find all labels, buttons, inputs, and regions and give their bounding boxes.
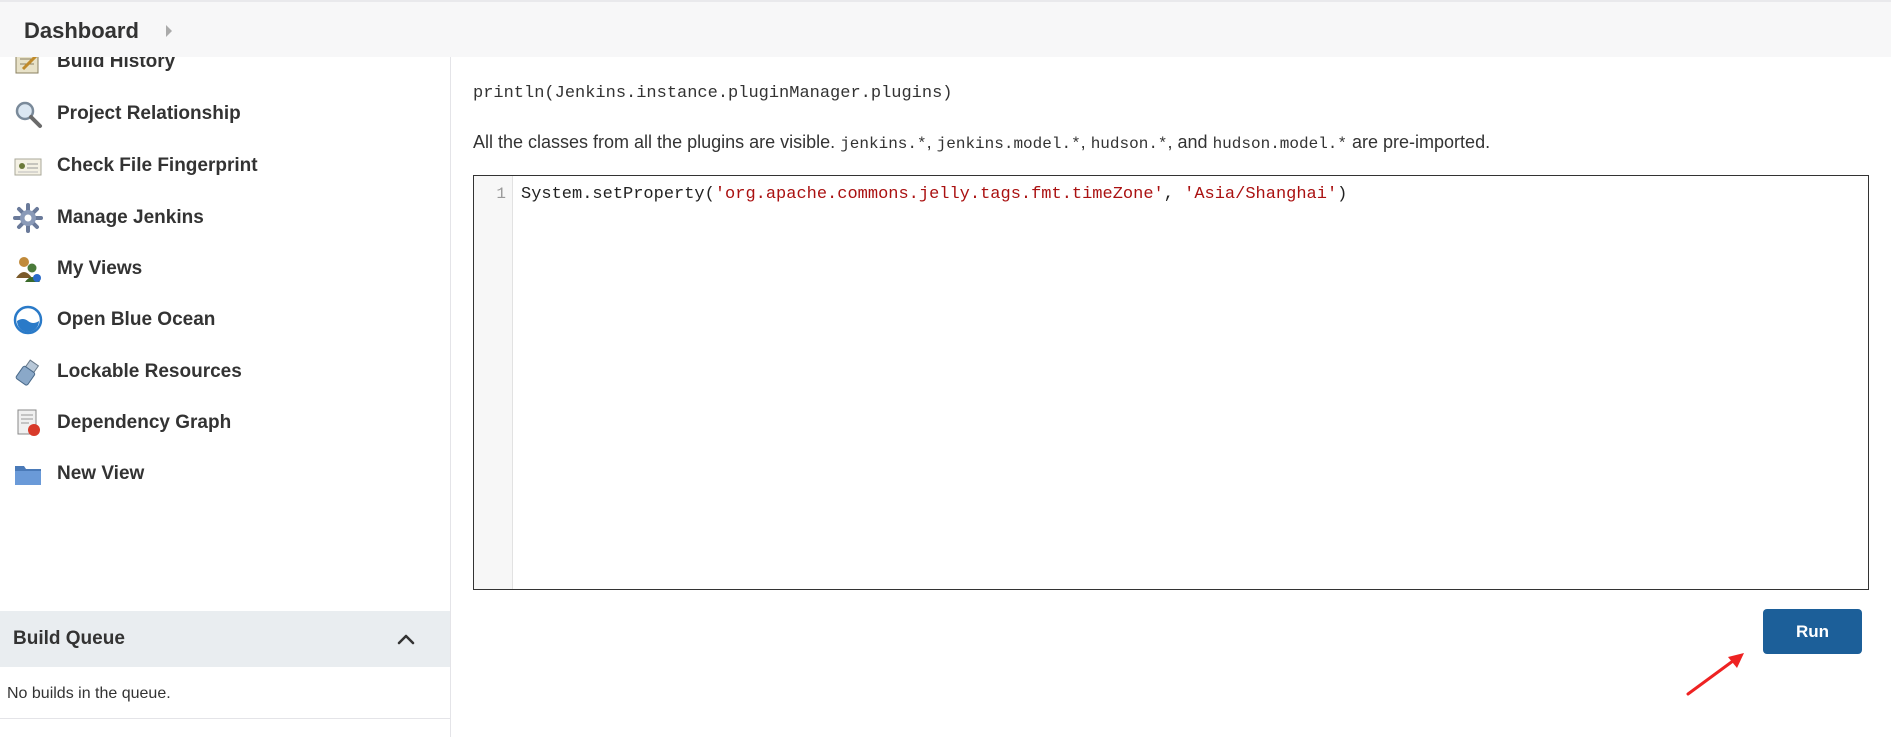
folder-icon xyxy=(15,466,41,485)
annotation-arrow-icon xyxy=(1686,653,1744,696)
usb-icon xyxy=(15,359,40,386)
sidebar-item-label: Open Blue Ocean xyxy=(57,309,216,330)
users-icon xyxy=(16,257,41,282)
sidebar-item-label: Manage Jenkins xyxy=(57,207,204,228)
note-code: hudson.model.* xyxy=(1212,135,1347,153)
build-queue-empty-text: No builds in the queue. xyxy=(7,685,171,702)
note-code: jenkins.* xyxy=(840,135,927,153)
notepad-icon xyxy=(15,57,39,74)
script-console-note: All the classes from all the plugins are… xyxy=(473,132,1490,153)
note-text: All the classes from all the plugins are… xyxy=(473,132,836,152)
magnifier-icon xyxy=(15,101,42,128)
graph-icon xyxy=(17,409,40,436)
editor-gutter: 1 xyxy=(474,176,513,589)
note-code: hudson.* xyxy=(1090,135,1168,153)
build-queue-title: Build Queue xyxy=(13,628,125,649)
code-token: ) xyxy=(1337,185,1348,204)
code-string: 'org.apache.commons.jelly.tags.fmt.timeZ… xyxy=(714,185,1164,204)
sidebar-item-dependency-graph[interactable]: Dependency Graph xyxy=(0,401,450,445)
sidebar-item-build-history[interactable]: Build History xyxy=(0,57,450,84)
sidebar-item-project-relationship[interactable]: Project Relationship xyxy=(0,92,450,136)
blue-ocean-icon xyxy=(13,305,43,335)
code-token: System.setProperty( xyxy=(521,185,715,204)
sidebar-item-open-blue-ocean[interactable]: Open Blue Ocean xyxy=(0,298,450,342)
code-string: 'Asia/Shanghai' xyxy=(1184,185,1338,204)
sidebar-item-my-views[interactable]: My Views xyxy=(0,247,450,291)
note-text: , xyxy=(926,132,932,152)
breadcrumb: Dashboard xyxy=(0,0,1891,57)
script-example: println(Jenkins.instance.pluginManager.p… xyxy=(473,84,953,103)
sidebar-item-label: Check File Fingerprint xyxy=(57,155,258,176)
sidebar-item-lockable-resources[interactable]: Lockable Resources xyxy=(0,350,450,394)
sidebar-item-label: My Views xyxy=(57,258,143,279)
line-number: 1 xyxy=(496,185,506,203)
divider xyxy=(0,718,450,719)
jenkins-script-console: Dashboard Build History Project Relation… xyxy=(0,0,1891,737)
code-token: , xyxy=(1163,185,1185,204)
note-text: , and xyxy=(1167,132,1208,152)
sidebar-item-new-view[interactable]: New View xyxy=(0,452,450,496)
script-editor[interactable]: 1 System.setProperty('org.apache.commons… xyxy=(473,175,1869,590)
sidebar-item-check-file-fingerprint[interactable]: Check File Fingerprint xyxy=(0,144,450,188)
note-code: jenkins.model.* xyxy=(936,135,1081,153)
note-text: , xyxy=(1080,132,1086,152)
sidebar-item-manage-jenkins[interactable]: Manage Jenkins xyxy=(0,196,450,240)
sidebar-item-label: Dependency Graph xyxy=(57,412,232,433)
fingerprint-icon xyxy=(14,158,42,176)
sidebar-item-label: Project Relationship xyxy=(57,103,241,124)
build-queue-header[interactable]: Build Queue xyxy=(0,611,450,667)
sidebar-item-label: Lockable Resources xyxy=(57,361,242,382)
note-text: are pre-imported. xyxy=(1352,132,1491,152)
breadcrumb-dashboard[interactable]: Dashboard xyxy=(24,18,139,44)
chevron-up-icon[interactable] xyxy=(394,627,418,651)
breadcrumb-caret-icon[interactable] xyxy=(166,25,172,37)
code-line[interactable]: System.setProperty('org.apache.commons.j… xyxy=(521,185,1347,204)
run-button[interactable]: Run xyxy=(1763,609,1862,654)
sidebar-item-label: New View xyxy=(57,463,145,484)
sidebar-item-label: Build History xyxy=(57,57,176,72)
sidebar: Build History Project Relationship Check xyxy=(0,57,451,737)
gear-icon xyxy=(13,203,43,233)
